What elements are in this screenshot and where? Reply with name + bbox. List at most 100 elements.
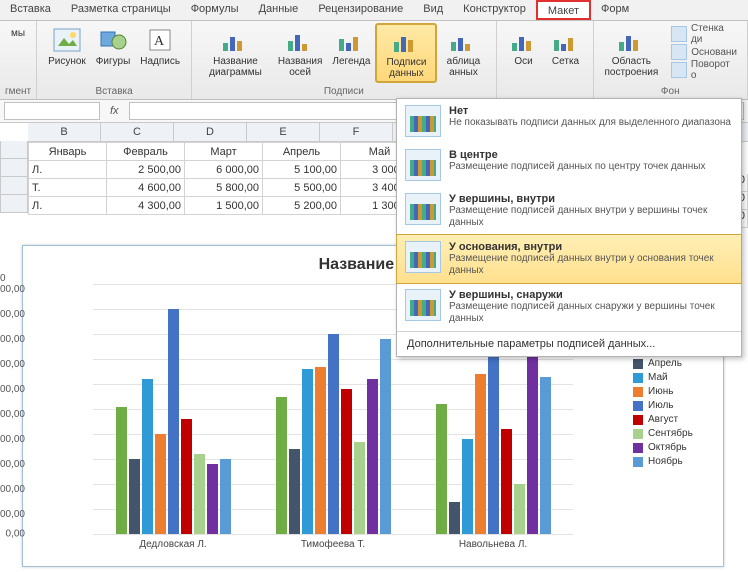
cell[interactable]: 5 100,00 [263, 161, 341, 179]
bar[interactable] [315, 367, 326, 535]
legend-item[interactable]: Июль [633, 400, 715, 411]
bar[interactable] [488, 334, 499, 534]
legend-item[interactable]: Октябрь [633, 442, 715, 453]
bar-cluster[interactable]: Дедловская Л. [93, 284, 253, 534]
dropdown-option[interactable]: В центреРазмещение подписей данных по це… [397, 143, 741, 187]
bar[interactable] [302, 369, 313, 534]
cell[interactable]: 6 000,00 [185, 161, 263, 179]
bar[interactable] [155, 434, 166, 534]
bar[interactable] [181, 419, 192, 534]
rotate-3d-button[interactable]: Поворот о [667, 61, 741, 79]
chart-wall-button[interactable]: Стенка ди [667, 25, 741, 43]
data-labels-dropdown: НетНе показывать подписи данных для выде… [396, 98, 742, 357]
bar[interactable] [514, 484, 525, 534]
bar[interactable] [527, 334, 538, 534]
bar[interactable] [220, 459, 231, 534]
tab-Данные[interactable]: Данные [249, 0, 309, 20]
bar[interactable] [462, 439, 473, 534]
bar[interactable] [501, 429, 512, 534]
col-header[interactable]: D [174, 123, 247, 141]
bar[interactable] [380, 339, 391, 534]
chart-legend[interactable]: МартАпрельМайИюньИюльАвгустСентябрьОктяб… [633, 341, 715, 470]
data-table-icon [447, 26, 479, 54]
bar[interactable] [540, 377, 551, 535]
bar-cluster[interactable]: Тимофеева Т. [253, 284, 413, 534]
tab-Вид[interactable]: Вид [413, 0, 453, 20]
col-header[interactable]: E [247, 123, 320, 141]
bar[interactable] [142, 379, 153, 534]
chart-title-button[interactable]: Название диаграммы [198, 23, 273, 81]
legend-item[interactable]: Апрель [633, 358, 715, 369]
dropdown-option[interactable]: У основания, внутриРазмещение подписей д… [396, 234, 742, 284]
bar[interactable] [449, 502, 460, 535]
insert-picture-button[interactable]: Рисунок [43, 23, 91, 70]
bar[interactable] [341, 389, 352, 534]
tab-Рецензирование[interactable]: Рецензирование [308, 0, 413, 20]
legend-item[interactable]: Сентябрь [633, 428, 715, 439]
cell[interactable]: Л. [29, 161, 107, 179]
row-header[interactable] [0, 195, 28, 213]
bar[interactable] [207, 464, 218, 534]
data-labels-button[interactable]: Подписи данных [375, 23, 437, 83]
insert-shapes-button[interactable]: Фигуры [91, 23, 135, 70]
header-cell[interactable]: Январь [29, 143, 107, 161]
row-header[interactable] [0, 141, 28, 159]
cell[interactable]: 1 500,00 [185, 197, 263, 215]
bar[interactable] [116, 407, 127, 535]
dropdown-option[interactable]: У вершины, внутриРазмещение подписей дан… [397, 187, 741, 235]
gridlines-button[interactable]: Сетка [545, 23, 587, 70]
bar[interactable] [328, 334, 339, 534]
legend-button[interactable]: Легенда [327, 23, 375, 70]
cell[interactable]: 2 500,00 [107, 161, 185, 179]
bar[interactable] [168, 309, 179, 534]
bar[interactable] [354, 442, 365, 535]
header-cell[interactable]: Февраль [107, 143, 185, 161]
insert-textbox-button[interactable]: A Надпись [135, 23, 185, 70]
cell[interactable]: 5 800,00 [185, 179, 263, 197]
tab-Макет[interactable]: Макет [536, 0, 591, 20]
bar[interactable] [194, 454, 205, 534]
dropdown-option[interactable]: У вершины, снаружиРазмещение подписей да… [397, 283, 741, 331]
cell[interactable]: Т. [29, 179, 107, 197]
category-label: Тимофеева Т. [301, 539, 365, 550]
bar[interactable] [475, 374, 486, 534]
cell[interactable]: 4 300,00 [107, 197, 185, 215]
name-box[interactable] [4, 102, 100, 120]
legend-item[interactable]: Ноябрь [633, 456, 715, 467]
plot-area-button[interactable]: Область построения [600, 23, 664, 81]
tab-Конструктор[interactable]: Конструктор [453, 0, 536, 20]
ribbon-tabs: ВставкаРазметка страницыФормулыДанныеРец… [0, 0, 748, 21]
tab-Форм[interactable]: Форм [591, 0, 639, 20]
col-header[interactable]: B [28, 123, 101, 141]
tab-Вставка[interactable]: Вставка [0, 0, 61, 20]
legend-icon [335, 26, 367, 54]
cell[interactable]: 5 200,00 [263, 197, 341, 215]
axis-titles-button[interactable]: Названия осей [273, 23, 328, 81]
dropdown-option[interactable]: НетНе показывать подписи данных для выде… [397, 99, 741, 143]
legend-item[interactable]: Май [633, 372, 715, 383]
tab-Формулы[interactable]: Формулы [181, 0, 249, 20]
cell[interactable]: 4 600,00 [107, 179, 185, 197]
dropdown-more-options[interactable]: Дополнительные параметры подписей данных… [397, 331, 741, 356]
row-header[interactable] [0, 159, 28, 177]
axes-button[interactable]: Оси [503, 23, 545, 70]
bar[interactable] [289, 449, 300, 534]
col-header[interactable]: F [320, 123, 393, 141]
header-cell[interactable]: Март [185, 143, 263, 161]
header-cell[interactable]: Апрель [263, 143, 341, 161]
data-labels-icon [390, 27, 422, 55]
bar[interactable] [436, 404, 447, 534]
tab-Разметка страницы[interactable]: Разметка страницы [61, 0, 181, 20]
cell[interactable]: Л. [29, 197, 107, 215]
bar[interactable] [276, 397, 287, 535]
data-table-button[interactable]: аблица анных [437, 23, 489, 81]
selection-format-btn[interactable]: мы [6, 23, 30, 42]
row-header[interactable] [0, 177, 28, 195]
bar[interactable] [129, 459, 140, 534]
bar[interactable] [367, 379, 378, 534]
cell[interactable]: 5 500,00 [263, 179, 341, 197]
legend-item[interactable]: Август [633, 414, 715, 425]
col-header[interactable]: C [101, 123, 174, 141]
fx-icon[interactable]: fx [110, 105, 119, 117]
legend-item[interactable]: Июнь [633, 386, 715, 397]
